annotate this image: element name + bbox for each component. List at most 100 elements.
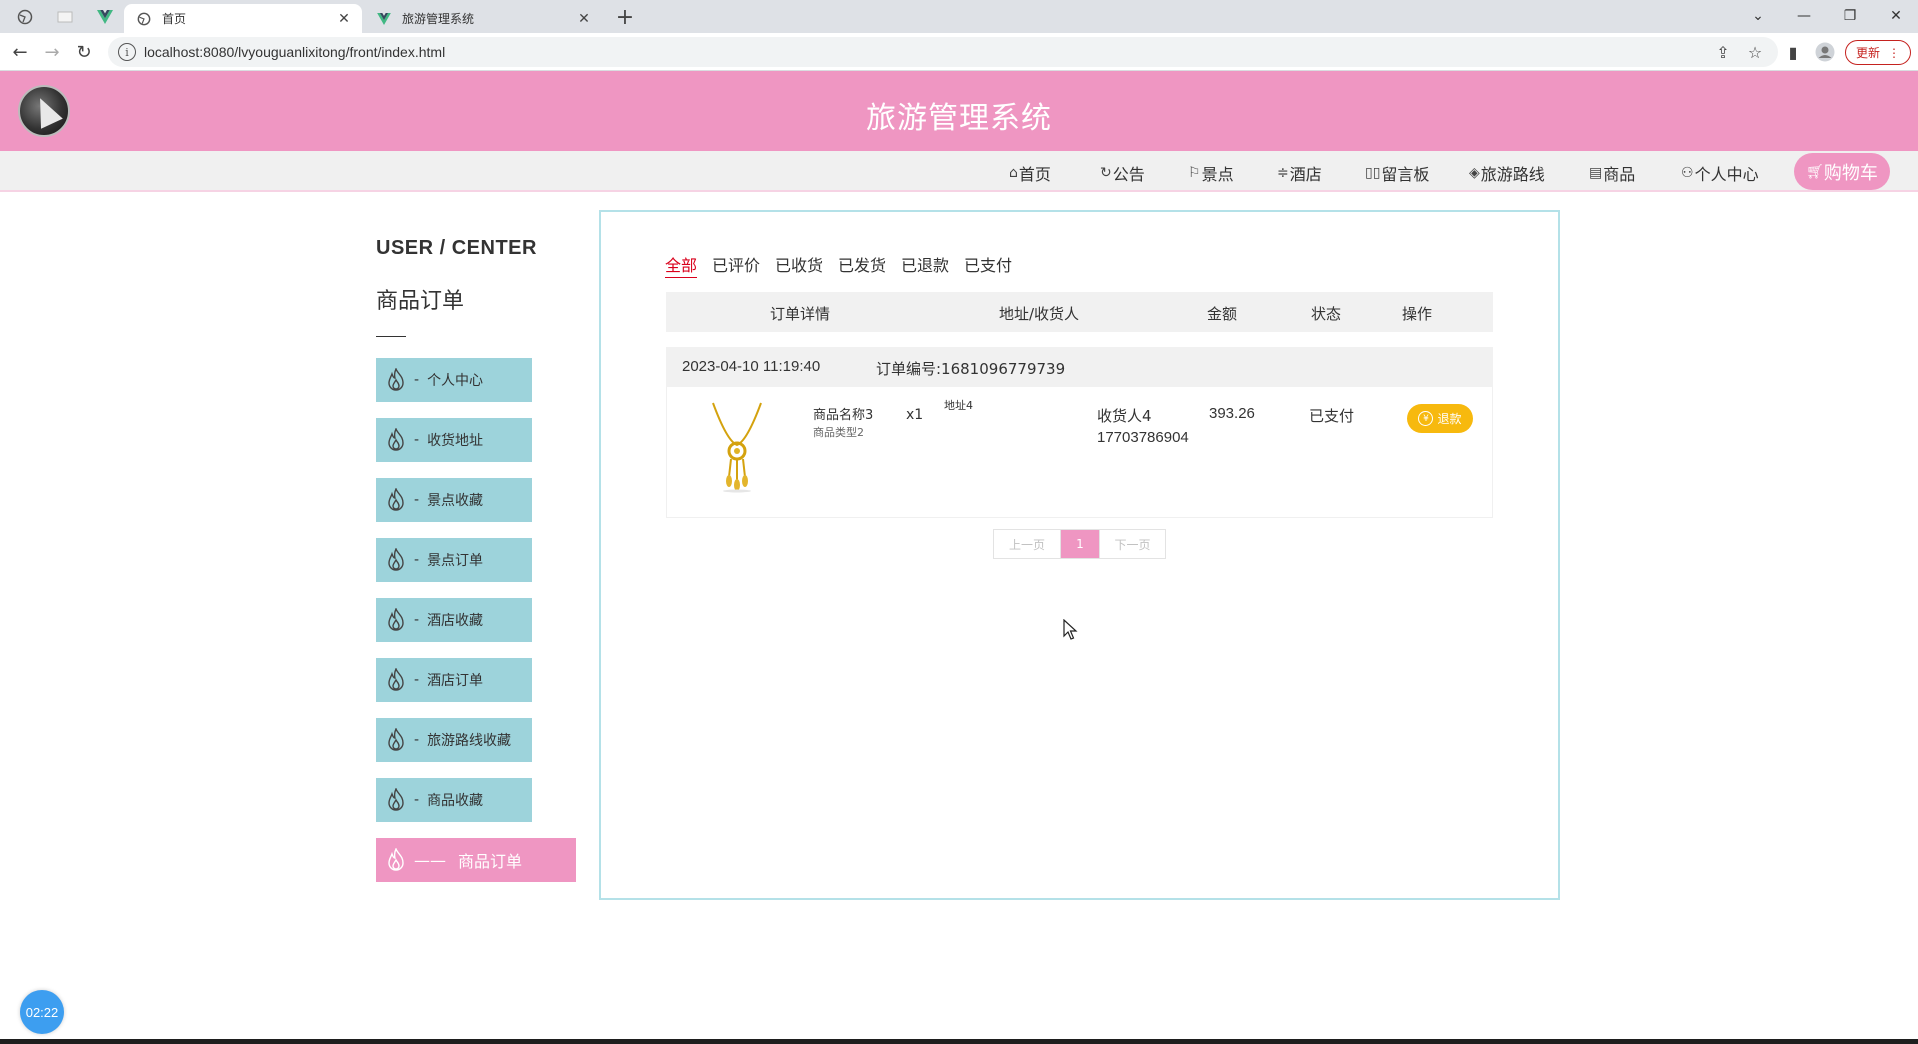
minimize-button[interactable]: — — [1781, 2, 1827, 30]
sidebar-item-label: 个人中心 — [427, 373, 484, 389]
side-panel-icon[interactable]: ▮ — [1782, 41, 1804, 63]
column-address-receiver: 地址/收货人 — [999, 305, 1080, 323]
sidebar-item-label: 商品订单 — [458, 852, 523, 871]
tab-shipped[interactable]: 已发货 — [838, 252, 886, 276]
sidebar-item-label: 商品收藏 — [427, 793, 484, 809]
tab-refunded[interactable]: 已退款 — [901, 252, 949, 276]
close-tab-icon[interactable]: ✕ — [576, 11, 592, 27]
product-image[interactable] — [707, 401, 767, 493]
yen-icon: ¥ — [1418, 411, 1434, 426]
share-icon[interactable]: ⇪ — [1712, 41, 1734, 63]
close-tab-icon[interactable]: ✕ — [336, 11, 352, 27]
sidebar-dash: - — [414, 552, 420, 568]
nav-message-board[interactable]: ▯▯ 留言板 — [1365, 161, 1429, 185]
vue-logo-icon — [377, 12, 391, 25]
product-name[interactable]: 商品名称3 — [813, 404, 873, 423]
sidebar-item-label: 景点收藏 — [427, 493, 484, 509]
nav-attractions[interactable]: ⚐ 景点 — [1188, 161, 1234, 185]
order-item-row: 商品名称3 商品类型2 x1 地址4 收货人4 17703786904 393.… — [666, 387, 1493, 518]
flag-icon: ⚐ — [1188, 165, 1201, 181]
nav-travel-routes[interactable]: ◈ 旅游路线 — [1469, 161, 1545, 185]
nav-label: 旅游路线 — [1480, 165, 1545, 184]
sidebar-item-8[interactable]: - 商品收藏 — [376, 778, 532, 822]
sidebar-heading: 商品订单 — [376, 289, 465, 314]
nav-hotels[interactable]: ≑ 酒店 — [1277, 161, 1322, 185]
order-header-row: 2023-04-10 11:19:40 订单编号:1681096779739 — [666, 347, 1493, 387]
nav-products[interactable]: ▤ 商品 — [1589, 161, 1635, 185]
sidebar-item-5[interactable]: - 酒店收藏 — [376, 598, 532, 642]
pinned-tab-blank[interactable] — [50, 5, 80, 29]
sidebar-item-1[interactable]: - 个人中心 — [376, 358, 532, 402]
flame-icon — [384, 608, 408, 632]
person-icon — [1815, 42, 1835, 62]
document-icon: ▤ — [1589, 165, 1603, 181]
book-icon: ▯▯ — [1365, 165, 1381, 181]
tab-travel-admin[interactable]: 旅游管理系统 ✕ — [364, 4, 602, 33]
nav-label: 留言板 — [1381, 165, 1430, 184]
update-button[interactable]: 更新 ⋮ — [1845, 40, 1911, 65]
timer-badge[interactable]: 02:22 — [20, 990, 64, 1034]
refresh-icon: ↻ — [1100, 165, 1112, 181]
current-page[interactable]: 1 — [1061, 530, 1099, 558]
refund-button[interactable]: ¥ 退款 — [1407, 404, 1473, 433]
sidebar-item-7[interactable]: - 旅游路线收藏 — [376, 718, 532, 762]
close-window-button[interactable]: ✕ — [1873, 2, 1918, 30]
order-date: 2023-04-10 11:19:40 — [682, 358, 821, 375]
update-label: 更新 — [1855, 46, 1880, 60]
nav-notice[interactable]: ↻ 公告 — [1100, 161, 1145, 185]
order-status: 已支付 — [1309, 407, 1355, 425]
sidebar-item-9[interactable]: —— 商品订单 — [376, 838, 576, 882]
receiver-phone: 17703786904 — [1097, 429, 1189, 446]
flame-icon — [384, 368, 408, 392]
address-bar[interactable]: i localhost:8080/lvyouguanlixitong/front… — [108, 37, 1778, 67]
pinned-tab-vue[interactable] — [90, 5, 120, 29]
prev-page-button[interactable]: 上一页 — [994, 530, 1061, 558]
sidebar-item-3[interactable]: - 景点收藏 — [376, 478, 532, 522]
product-quantity: x1 — [906, 407, 924, 423]
flame-icon — [384, 548, 408, 572]
back-arrow-icon[interactable]: ← — [8, 40, 32, 64]
column-amount: 金额 — [1207, 305, 1238, 323]
tab-search-icon[interactable]: ⌄ — [1735, 2, 1781, 30]
flame-icon — [384, 788, 408, 812]
sidebar-item-2[interactable]: - 收货地址 — [376, 418, 532, 462]
user-icon: ⚇ — [1681, 165, 1694, 181]
home-icon: ⌂ — [1009, 165, 1018, 181]
tab-home[interactable]: 首页 ✕ — [124, 4, 362, 33]
nav-home[interactable]: ⌂ 首页 — [1009, 161, 1051, 185]
tab-received[interactable]: 已收货 — [775, 252, 823, 276]
nav-personal-center[interactable]: ⚇ 个人中心 — [1681, 161, 1759, 185]
column-order-detail: 订单详情 — [770, 305, 831, 323]
user-center-title: USER / CENTER — [376, 237, 537, 259]
site-header: 旅游管理系统 — [0, 71, 1918, 151]
tab-title: 首页 — [162, 12, 187, 26]
sidebar-dash: - — [414, 672, 420, 688]
url-text: localhost:8080/lvyouguanlixitong/front/i… — [144, 44, 446, 60]
sliders-icon: ≑ — [1277, 165, 1289, 181]
tab-paid[interactable]: 已支付 — [964, 252, 1012, 276]
reload-icon[interactable]: ↻ — [72, 40, 96, 64]
bookmark-star-icon[interactable]: ☆ — [1744, 41, 1766, 63]
profile-avatar-icon[interactable] — [1814, 41, 1836, 63]
product-type: 商品类型2 — [813, 426, 864, 439]
next-page-button[interactable]: 下一页 — [1099, 530, 1165, 558]
pinned-tab-globe[interactable] — [10, 5, 40, 29]
new-tab-button[interactable]: + — [612, 5, 638, 30]
nav-label: 酒店 — [1289, 165, 1322, 184]
tab-reviewed[interactable]: 已评价 — [712, 252, 760, 276]
sidebar-item-6[interactable]: - 酒店订单 — [376, 658, 532, 702]
graduation-cap-icon: ◈ — [1469, 165, 1480, 181]
sidebar-item-label: 旅游路线收藏 — [427, 733, 512, 749]
forward-arrow-icon[interactable]: → — [40, 40, 64, 64]
sidebar-item-label: 酒店收藏 — [427, 613, 484, 629]
site-info-icon[interactable]: i — [118, 43, 136, 61]
sidebar-item-label: 收货地址 — [427, 433, 484, 449]
restore-button[interactable]: ❐ — [1827, 2, 1873, 30]
nav-label: 商品 — [1603, 165, 1636, 184]
nav-label: 景点 — [1201, 165, 1234, 184]
tab-all[interactable]: 全部 — [665, 252, 698, 278]
cart-button[interactable]: 🛒︎ 购物车 — [1794, 153, 1890, 190]
sidebar-item-4[interactable]: - 景点订单 — [376, 538, 532, 582]
sidebar-dash: - — [414, 732, 420, 748]
taskbar-edge — [0, 1039, 1918, 1044]
